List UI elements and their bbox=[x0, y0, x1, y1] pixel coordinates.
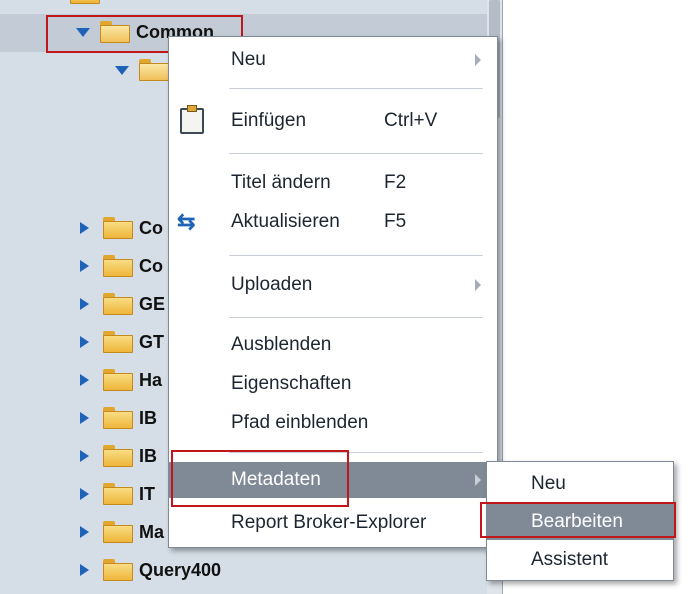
tree-node[interactable]: Ma bbox=[80, 517, 164, 547]
tree-node-label: GT bbox=[139, 331, 164, 352]
menu-separator bbox=[229, 255, 483, 256]
folder-icon bbox=[103, 483, 133, 505]
tree-node[interactable]: Co bbox=[80, 213, 163, 243]
folder-icon bbox=[70, 0, 100, 4]
submenu-item-assistent[interactable]: Assistent bbox=[487, 542, 673, 578]
menu-separator bbox=[229, 153, 483, 154]
expand-toggle-icon[interactable] bbox=[80, 488, 89, 500]
menu-item-report-broker-explorer[interactable]: Report Broker-Explorer bbox=[169, 505, 497, 541]
menu-separator bbox=[229, 452, 483, 453]
submenu-item-neu[interactable]: Neu bbox=[487, 466, 673, 502]
menu-separator bbox=[229, 88, 483, 89]
folder-icon bbox=[103, 369, 133, 391]
folder-icon bbox=[103, 445, 133, 467]
tree-node[interactable]: IT bbox=[80, 479, 155, 509]
folder-open-icon bbox=[100, 21, 130, 43]
submenu-arrow-icon bbox=[475, 279, 481, 291]
tree-node[interactable]: GE bbox=[80, 289, 165, 319]
menu-item-metadaten[interactable]: Metadaten bbox=[169, 462, 497, 498]
tree-node-label: Co bbox=[139, 217, 163, 238]
folder-open-icon bbox=[139, 59, 169, 81]
tree-node[interactable]: Ha bbox=[80, 365, 162, 395]
tree-node-label: IB bbox=[139, 407, 157, 428]
tree-node[interactable]: Query400 bbox=[80, 555, 221, 585]
shortcut-label: F2 bbox=[384, 172, 407, 193]
tree-node-label: Ma bbox=[139, 521, 165, 542]
menu-item-titel-aendern[interactable]: Titel ändern F2 bbox=[169, 165, 497, 201]
submenu-metadaten: Neu Bearbeiten Assistent bbox=[486, 461, 674, 581]
tree-node-partial[interactable] bbox=[70, 0, 106, 8]
submenu-arrow-icon bbox=[475, 54, 481, 66]
menu-item-eigenschaften[interactable]: Eigenschaften bbox=[169, 366, 497, 402]
tree-node[interactable]: IB bbox=[80, 441, 157, 471]
refresh-icon: ⇆ bbox=[177, 209, 196, 234]
submenu-arrow-icon bbox=[475, 474, 481, 486]
expand-toggle-icon[interactable] bbox=[80, 412, 89, 424]
folder-icon bbox=[103, 255, 133, 277]
tree-node-label: Co bbox=[139, 255, 163, 276]
menu-item-ausblenden[interactable]: Ausblenden bbox=[169, 327, 497, 363]
submenu-item-bearbeiten[interactable]: Bearbeiten bbox=[487, 504, 673, 540]
folder-icon bbox=[103, 293, 133, 315]
context-menu: Neu Einfügen Ctrl+V Titel ändern F2 ⇆ Ak… bbox=[168, 36, 498, 548]
menu-item-pfad-einblenden[interactable]: Pfad einblenden bbox=[169, 405, 497, 441]
expand-toggle-icon[interactable] bbox=[80, 260, 89, 272]
tree-node-subfolder[interactable] bbox=[115, 55, 175, 85]
folder-icon bbox=[103, 559, 133, 581]
tree-node-label: IB bbox=[139, 445, 157, 466]
tree-node-label: GE bbox=[139, 293, 166, 314]
menu-separator bbox=[229, 317, 483, 318]
folder-icon bbox=[103, 331, 133, 353]
expand-toggle-icon[interactable] bbox=[80, 526, 89, 538]
menu-item-einfuegen[interactable]: Einfügen Ctrl+V bbox=[169, 103, 497, 139]
shortcut-label: Ctrl+V bbox=[384, 110, 438, 131]
expand-toggle-icon[interactable] bbox=[80, 336, 89, 348]
folder-icon bbox=[103, 407, 133, 429]
tree-node-label: Ha bbox=[139, 369, 163, 390]
tree-node-label: IT bbox=[139, 483, 155, 504]
expand-toggle-icon[interactable] bbox=[76, 27, 90, 37]
folder-icon bbox=[103, 217, 133, 239]
paste-icon bbox=[180, 105, 204, 134]
expand-toggle-icon[interactable] bbox=[80, 298, 89, 310]
tree-node-label: Query400 bbox=[139, 559, 222, 580]
folder-icon bbox=[103, 521, 133, 543]
expand-toggle-icon[interactable] bbox=[80, 222, 89, 234]
expand-toggle-icon[interactable] bbox=[80, 450, 89, 462]
tree-node[interactable]: Co bbox=[80, 251, 163, 281]
expand-toggle-icon[interactable] bbox=[80, 374, 89, 386]
tree-node[interactable]: IB bbox=[80, 403, 157, 433]
menu-item-aktualisieren[interactable]: ⇆ Aktualisieren F5 bbox=[169, 204, 497, 240]
menu-item-uploaden[interactable]: Uploaden bbox=[169, 267, 497, 303]
expand-toggle-icon[interactable] bbox=[115, 65, 129, 75]
tree-node[interactable]: GT bbox=[80, 327, 164, 357]
menu-item-neu[interactable]: Neu bbox=[169, 42, 497, 78]
shortcut-label: F5 bbox=[384, 211, 407, 232]
expand-toggle-icon[interactable] bbox=[80, 564, 89, 576]
